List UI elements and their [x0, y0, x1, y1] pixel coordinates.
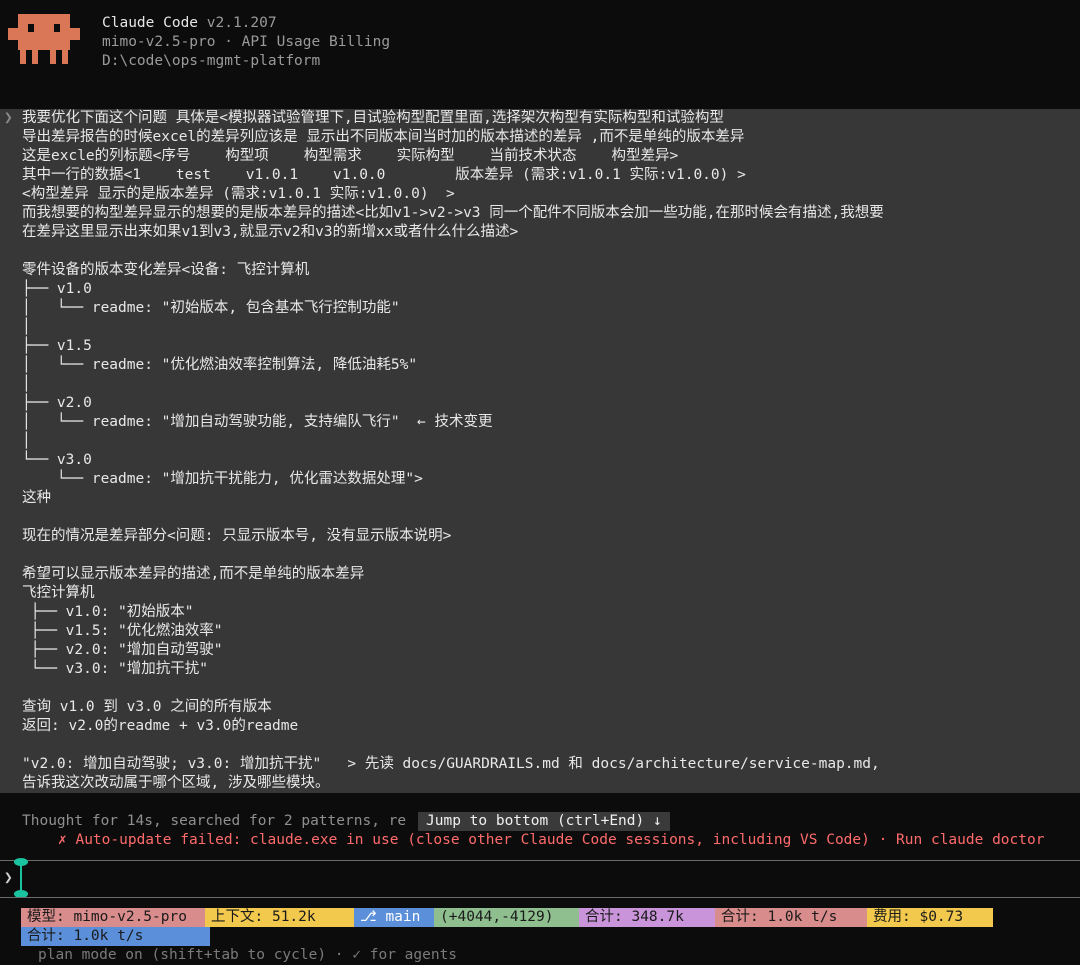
prompt-line: 这是excle的列标题<序号 构型项 构型需求 实际构型 当前技术状态 构型差异…	[22, 148, 679, 164]
prompt-line	[22, 242, 884, 261]
prompt-line: ├── v1.0: "初始版本"	[22, 604, 194, 620]
jump-to-bottom-button[interactable]: Jump to bottom (ctrl+End) ↓	[418, 812, 670, 831]
status-total-tokens: 合计: 348.7k	[579, 908, 715, 927]
prompt-line: │ └── readme: "初始版本, 包含基本飞行控制功能"	[22, 300, 400, 316]
auto-update-error: ✗ Auto-update failed: claude.exe in use …	[58, 832, 1045, 848]
prompt-line: │	[22, 319, 31, 335]
prompt-line: 零件设备的版本变化差异<设备: 飞控计算机	[22, 262, 310, 278]
status-speed: 合计: 1.0k t/s	[715, 908, 867, 927]
prompt-line: ├── v2.0: "增加自动驾驶"	[22, 642, 223, 658]
app-name: Claude Code	[102, 15, 199, 31]
prompt-line: └── readme: "增加抗干扰能力, 优化雷达数据处理">	[22, 471, 423, 487]
prompt-line: │	[22, 433, 31, 449]
prompt-line: 现在的情况是差异部分<问题: 只显示版本号, 没有显示版本说明>	[22, 528, 452, 544]
prompt-line: <构型差异 显示的是版本差异 (需求:v1.0.1 实际:v1.0.0) >	[22, 186, 455, 202]
mode-hint[interactable]: plan mode on (shift+tab to cycle) · ✓ fo…	[38, 946, 457, 965]
prompt-line: 这种	[22, 490, 51, 506]
prompt-line: "v2.0: 增加自动驾驶; v3.0: 增加抗干扰" > 先读 docs/GU…	[22, 756, 880, 772]
session-header: Claude Code v2.1.207 mimo-v2.5-pro · API…	[0, 0, 1080, 100]
prompt-line: ├── v1.5: "优化燃油效率"	[22, 623, 223, 639]
prompt-line: 导出差异报告的时候excel的差异列应该是 显示出不同版本间当时加的版本描述的差…	[22, 129, 745, 145]
prompt-line: ├── v1.0	[22, 281, 92, 297]
status-branch: ⎇ main	[354, 908, 434, 927]
prompt-line: ├── v1.5	[22, 338, 92, 354]
prompt-line	[22, 736, 884, 755]
prompt-line: │ └── readme: "优化燃油效率控制算法, 降低油耗5%"	[22, 357, 418, 373]
app-title: Claude Code v2.1.207	[102, 15, 277, 31]
status-model: 模型: mimo-v2.5-pro	[21, 908, 205, 927]
status-diff: (+4044,-4129)	[434, 908, 579, 927]
prompt-line	[22, 679, 884, 698]
prompt-line	[22, 546, 884, 565]
prompt-line: 希望可以显示版本差异的描述,而不是单纯的版本差异	[22, 566, 365, 582]
prompt-line: 而我想要的构型差异显示的想要的是版本差异的描述<比如v1->v2->v3 同一个…	[22, 205, 884, 221]
working-directory: D:\code\ops-mgmt-platform	[102, 53, 321, 69]
claude-mascot-icon	[8, 14, 80, 64]
status-context: 上下文: 51.2k	[205, 908, 354, 927]
prompt-line: 查询 v1.0 到 v3.0 之间的所有版本	[22, 699, 272, 715]
status-cost: 费用: $0.73	[867, 908, 993, 927]
user-prompt-block: ❯ 我要优化下面这个问题 具体是<模拟器试验管理下,目试验构型配置里面,选择架次…	[0, 109, 1080, 793]
prompt-text: 我要优化下面这个问题 具体是<模拟器试验管理下,目试验构型配置里面,选择架次构型…	[22, 109, 884, 793]
input-divider-bottom[interactable]	[0, 897, 1080, 898]
model-billing-line: mimo-v2.5-pro · API Usage Billing	[102, 34, 391, 50]
app-version: v2.1.207	[206, 15, 277, 31]
prompt-line: 我要优化下面这个问题 具体是<模拟器试验管理下,目试验构型配置里面,选择架次构型…	[22, 110, 724, 126]
prompt-line: 返回: v2.0的readme + v3.0的readme	[22, 718, 299, 734]
prompt-line: 其中一行的数据<1 test v1.0.1 v1.0.0 版本差异 (需求:v1…	[22, 167, 746, 183]
prompt-line: 告诉我这次改动属于哪个区域, 涉及哪些模块。	[22, 775, 330, 791]
prompt-line: │ └── readme: "增加自动驾驶功能, 支持编队飞行" ← 技术变更	[22, 414, 493, 430]
prompt-line: 在差异这里显示出来如果v1到v3,就显示v2和v3的新增xx或者什么什么描述>	[22, 224, 519, 240]
prompt-line	[22, 508, 884, 527]
input-caret-icon: ❯	[4, 870, 13, 886]
status-speed-wrapped: 合计: 1.0k t/s	[21, 927, 210, 946]
thought-status: Thought for 14s, searched for 2 patterns…	[22, 813, 407, 829]
prompt-line: └── v3.0: "增加抗干扰"	[22, 661, 208, 677]
text-cursor-icon	[14, 858, 28, 898]
prompt-line: │	[22, 376, 31, 392]
prompt-caret-icon: ❯	[4, 110, 13, 126]
prompt-line: └── v3.0	[22, 452, 92, 468]
prompt-line: ├── v2.0	[22, 395, 92, 411]
prompt-line: 飞控计算机	[22, 585, 95, 601]
input-divider-top	[0, 860, 1080, 861]
